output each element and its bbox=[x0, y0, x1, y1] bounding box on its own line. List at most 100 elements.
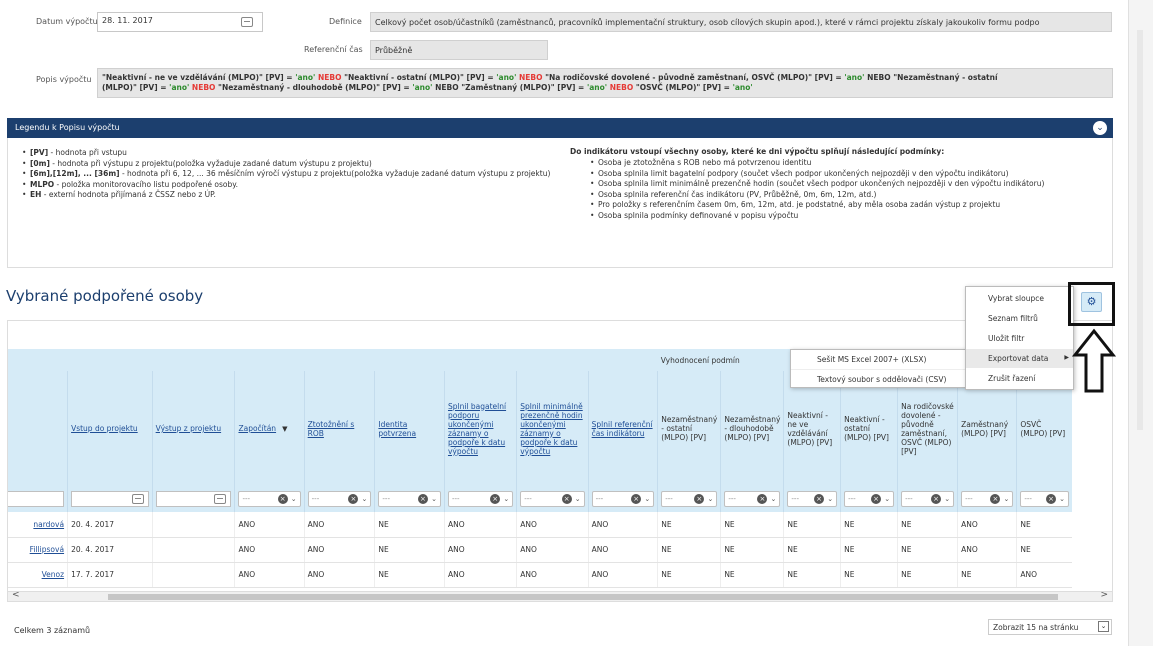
calendar-icon[interactable] bbox=[241, 17, 253, 27]
person-link[interactable]: Fillipsová bbox=[30, 545, 64, 554]
filter-select[interactable]: --- × ⌄ bbox=[591, 491, 655, 507]
name-filter-input[interactable] bbox=[8, 491, 65, 507]
column-header-link[interactable]: Vstup do projektu bbox=[71, 424, 138, 433]
chevron-down-icon[interactable]: ⌄ bbox=[944, 492, 950, 506]
clear-filter-icon[interactable]: × bbox=[871, 494, 882, 504]
chevron-down-icon[interactable]: ⌄ bbox=[884, 492, 890, 506]
scroll-left-icon[interactable]: < bbox=[12, 590, 20, 600]
column-header-link[interactable]: Identita potvrzena bbox=[378, 420, 416, 438]
clear-filter-icon[interactable]: × bbox=[1046, 494, 1056, 504]
chevron-down-icon[interactable]: ⌄ bbox=[431, 492, 437, 506]
chevron-down-icon[interactable]: ⌄ bbox=[1098, 621, 1109, 632]
page-scrollbar[interactable] bbox=[1128, 0, 1153, 646]
column-header[interactable]: Splnil bagatelní podporu ukončenými zázn… bbox=[443, 371, 517, 486]
ref-cas-field: Průběžně bbox=[370, 40, 548, 60]
filter-select[interactable]: --- × ⌄ bbox=[961, 491, 1014, 507]
menu-item-save-filter[interactable]: Uložit filtr bbox=[966, 329, 1073, 348]
column-header[interactable]: Výstup z projektu bbox=[151, 371, 235, 486]
table-cell bbox=[151, 537, 235, 563]
menu-item-export-label: Exportovat data bbox=[988, 354, 1049, 363]
date-filter-input[interactable] bbox=[155, 491, 232, 507]
filter-select[interactable]: --- × ⌄ bbox=[844, 491, 895, 507]
clear-filter-icon[interactable]: × bbox=[631, 494, 642, 504]
popis-line-1: "Neaktivní - ne ve vzdělávání (MLPO)" [P… bbox=[102, 73, 1108, 83]
chevron-down-icon[interactable]: ⌄ bbox=[1093, 121, 1107, 135]
column-header[interactable]: Splnil minimálně prezenčně hodin ukončen… bbox=[516, 371, 589, 486]
column-header: Na rodičovské dovolené - původně zaměstn… bbox=[897, 371, 958, 486]
scrollbar-thumb[interactable] bbox=[108, 594, 1058, 600]
filter-select[interactable]: --- × ⌄ bbox=[238, 491, 301, 507]
clear-filter-icon[interactable]: × bbox=[561, 494, 572, 504]
legend-header[interactable]: Legendu k Popisu výpočtu ⌄ bbox=[7, 118, 1113, 138]
calendar-icon[interactable] bbox=[214, 494, 227, 504]
column-header[interactable]: Příjmení bbox=[8, 371, 68, 486]
column-header[interactable]: Vstup do projektu bbox=[67, 371, 153, 486]
menu-item-export[interactable]: Exportovat data ▶ bbox=[966, 349, 1073, 368]
table-cell: ANO bbox=[234, 562, 305, 588]
filter-select[interactable]: --- × ⌄ bbox=[724, 491, 781, 507]
table-header-row: PříjmeníVstup do projektu Výstup z projek… bbox=[8, 371, 1072, 486]
column-header[interactable]: Započítán ▼ bbox=[234, 371, 305, 486]
chevron-down-icon[interactable]: ⌄ bbox=[771, 492, 777, 506]
column-header-link[interactable]: Splnil referenční čas indikátoru bbox=[592, 420, 653, 438]
column-header-link[interactable]: Výstup z projektu bbox=[156, 424, 221, 433]
column-header-link[interactable]: Započítán bbox=[238, 424, 276, 433]
table-cell: NE bbox=[840, 512, 898, 538]
clear-filter-icon[interactable]: × bbox=[417, 494, 428, 504]
horizontal-scrollbar[interactable]: < > bbox=[8, 590, 1112, 601]
person-link[interactable]: Venoz bbox=[42, 570, 64, 579]
menu-item-filter-list[interactable]: Seznam filtrů bbox=[966, 309, 1073, 328]
filter-select[interactable]: --- × ⌄ bbox=[661, 491, 718, 507]
clear-filter-icon[interactable]: × bbox=[490, 494, 501, 504]
column-header-link[interactable]: Splnil bagatelní podporu ukončenými zázn… bbox=[448, 402, 506, 456]
gear-icon[interactable]: ⚙ bbox=[1081, 292, 1102, 312]
sort-desc-icon[interactable]: ▼ bbox=[282, 425, 287, 433]
export-xlsx-item[interactable]: Sešit MS Excel 2007+ (XLSX) bbox=[791, 350, 965, 369]
datum-input[interactable]: 28. 11. 2017 bbox=[97, 12, 263, 32]
filter-select[interactable]: --- × ⌄ bbox=[447, 491, 514, 507]
chevron-down-icon[interactable]: ⌄ bbox=[291, 492, 297, 506]
table-row[interactable]: Fillipsová 20. 4. 2017 ANO ANO NE ANO ANO ANO NE… bbox=[8, 537, 1072, 563]
chevron-down-icon[interactable]: ⌄ bbox=[644, 492, 650, 506]
column-header-link[interactable]: Ztotožnění s ROB bbox=[308, 420, 355, 438]
clear-filter-icon[interactable]: × bbox=[990, 494, 1001, 504]
filter-select[interactable]: --- × ⌄ bbox=[901, 491, 955, 507]
table-row[interactable]: nardová 20. 4. 2017 ANO ANO NE ANO ANO ANO NE NE N… bbox=[8, 512, 1072, 538]
chevron-down-icon[interactable]: ⌄ bbox=[575, 492, 581, 506]
filter-select[interactable]: --- × ⌄ bbox=[378, 491, 441, 507]
chevron-down-icon[interactable]: ⌄ bbox=[707, 492, 713, 506]
clear-filter-icon[interactable]: × bbox=[348, 494, 359, 504]
filter-select[interactable]: --- × ⌄ bbox=[787, 491, 838, 507]
clear-filter-icon[interactable]: × bbox=[277, 494, 288, 504]
clear-filter-icon[interactable]: × bbox=[931, 494, 942, 504]
column-header-link[interactable]: Splnil minimálně prezenčně hodin ukončen… bbox=[520, 402, 583, 456]
legend-left-list: [PV] - hodnota při vstupu[0m] - hodnota … bbox=[20, 148, 555, 201]
ref-cas-label: Referenční čas bbox=[304, 45, 363, 54]
clear-filter-icon[interactable]: × bbox=[814, 494, 825, 504]
chevron-down-icon[interactable]: ⌄ bbox=[1004, 492, 1010, 506]
date-filter-input[interactable] bbox=[71, 491, 149, 507]
calendar-icon[interactable] bbox=[131, 494, 144, 504]
legend-item-text: - položka monitorovacího listu podpořené… bbox=[54, 179, 238, 189]
column-header[interactable]: Splnil referenční čas indikátoru bbox=[587, 371, 658, 486]
clear-filter-icon[interactable]: × bbox=[694, 494, 705, 504]
chevron-down-icon[interactable]: ⌄ bbox=[827, 492, 833, 506]
clear-filter-icon[interactable]: × bbox=[757, 494, 768, 504]
page-size-select[interactable]: Zobrazit 15 na stránku ⌄ bbox=[988, 619, 1112, 635]
filter-select[interactable]: --- × ⌄ bbox=[1020, 491, 1069, 507]
scroll-right-icon[interactable]: > bbox=[1100, 590, 1108, 600]
person-link[interactable]: nardová bbox=[33, 520, 64, 529]
chevron-down-icon[interactable]: ⌄ bbox=[1059, 492, 1065, 506]
filter-select[interactable]: --- × ⌄ bbox=[307, 491, 372, 507]
menu-item-cancel-sort[interactable]: Zrušit řazení bbox=[966, 369, 1073, 388]
menu-item-select-columns[interactable]: Vybrat sloupce bbox=[966, 289, 1073, 308]
column-header[interactable]: Ztotožnění s ROB bbox=[303, 371, 375, 486]
filter-select[interactable]: --- × ⌄ bbox=[520, 491, 585, 507]
chevron-down-icon[interactable]: ⌄ bbox=[362, 492, 368, 506]
filter-cell: --- × ⌄ bbox=[587, 486, 658, 512]
table-row[interactable]: Venoz 17. 7. 2017 ANO ANO NE ANO ANO ANO NE NE NE N… bbox=[8, 562, 1072, 588]
table-cell: NE bbox=[720, 537, 784, 563]
chevron-down-icon[interactable]: ⌄ bbox=[503, 492, 509, 506]
column-header[interactable]: Identita potvrzena bbox=[374, 371, 445, 486]
export-csv-item[interactable]: Textový soubor s oddělovači (CSV) bbox=[791, 369, 965, 388]
